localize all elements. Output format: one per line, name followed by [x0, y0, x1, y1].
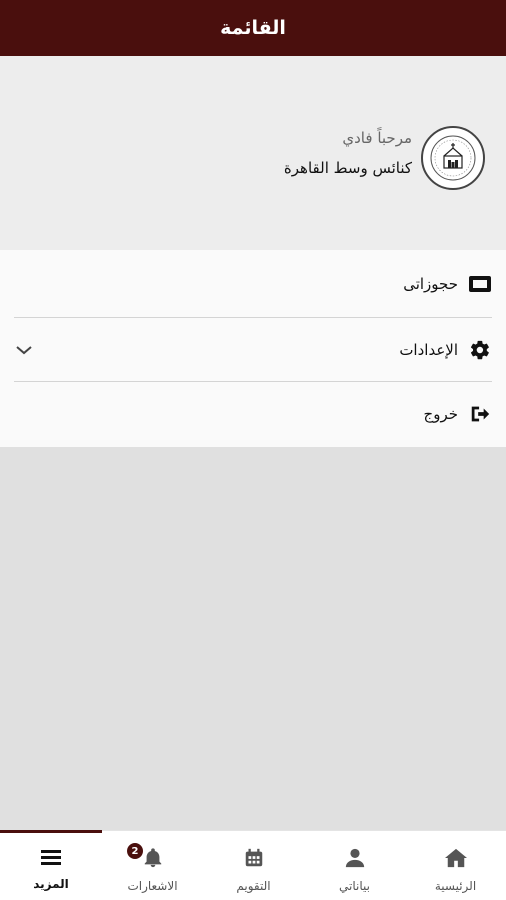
tab-label: الرئيسية [434, 879, 477, 893]
tab-label: التقويم [236, 879, 271, 893]
menu-item-settings[interactable]: الإعدادات [14, 318, 492, 382]
menu-item-label: الإعدادات [399, 341, 458, 359]
tab-home[interactable]: الرئيسية [405, 831, 506, 900]
menu-list: حجوزاتى الإعدادات خروج [0, 250, 506, 447]
menu-item-label: خروج [423, 405, 458, 423]
menu-item-label: حجوزاتى [403, 275, 458, 293]
notification-badge: 2 [127, 843, 143, 859]
menu-item-logout[interactable]: خروج [14, 382, 492, 446]
sign-out-icon [468, 402, 492, 426]
menu-icon [39, 847, 63, 871]
ticket-icon [468, 272, 492, 296]
gear-icon [468, 338, 492, 362]
home-icon [443, 847, 469, 873]
tab-label: الاشعارات [127, 879, 178, 893]
tab-notifications[interactable]: 2 الاشعارات [102, 831, 203, 900]
tab-my-data[interactable]: بياناتي [304, 831, 405, 900]
bottom-navigation: المزيد 2 الاشعارات التقويم بياناتي الرئي… [0, 830, 506, 900]
tab-label: المزيد [33, 877, 69, 891]
calendar-icon [243, 847, 265, 873]
greeting-text: مرحباً فادي [342, 129, 412, 147]
church-name: كنائس وسط القاهرة [283, 159, 412, 177]
menu-item-reservations[interactable]: حجوزاتى [14, 252, 492, 316]
top-app-bar: القائمة [0, 0, 506, 56]
tab-more[interactable]: المزيد [0, 831, 102, 900]
tab-calendar[interactable]: التقويم [203, 831, 304, 900]
user-icon [344, 847, 366, 873]
page-title: القائمة [220, 17, 286, 39]
chevron-down-icon [16, 346, 32, 355]
tab-label: بياناتي [339, 879, 370, 893]
bell-icon [141, 847, 165, 873]
church-logo-icon [421, 126, 485, 190]
